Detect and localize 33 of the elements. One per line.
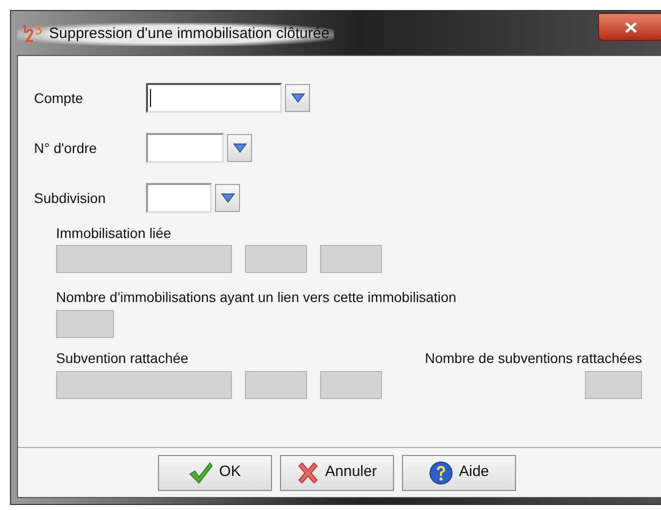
- combo-field[interactable]: [146, 83, 282, 113]
- cancel-button[interactable]: Annuler: [280, 454, 394, 490]
- help-button[interactable]: Aide: [402, 454, 516, 490]
- field-label: Subdivision: [34, 188, 107, 208]
- caret-icon: [232, 143, 246, 153]
- disabled-field: [585, 371, 642, 399]
- combo-field[interactable]: [146, 133, 224, 163]
- section-label: Immobilisation liée: [56, 224, 172, 241]
- close-icon: [625, 22, 637, 32]
- field-label: Compte: [34, 88, 84, 108]
- dropdown-button[interactable]: [215, 184, 240, 212]
- close-button[interactable]: [598, 13, 661, 41]
- caret-icon: [290, 93, 304, 103]
- text-cursor: [150, 89, 151, 107]
- numbers-icon: [21, 24, 43, 44]
- disabled-field: [245, 245, 307, 273]
- ok-button[interactable]: OK: [158, 454, 272, 490]
- dropdown-button[interactable]: [227, 134, 252, 162]
- check-icon: [189, 462, 214, 484]
- section-label: Nombre de subventions rattachées: [424, 349, 642, 366]
- window-title: Suppression d'une immobilisation clôturée: [49, 24, 330, 44]
- field-label: N° d'ordre: [34, 138, 98, 158]
- section-label: Nombre d'immobilisations ayant un lien vers cette immobilisation: [56, 288, 458, 305]
- cross-icon: [297, 462, 320, 484]
- caret-icon: [220, 193, 234, 203]
- disabled-field: [245, 371, 307, 399]
- dropdown-button[interactable]: [285, 84, 310, 112]
- help-icon: [428, 460, 453, 484]
- disabled-field: [320, 371, 382, 399]
- section-label: Subvention rattachée: [56, 349, 188, 366]
- disabled-field: [320, 245, 382, 273]
- disabled-field: [56, 310, 114, 338]
- combo-field[interactable]: [146, 183, 212, 213]
